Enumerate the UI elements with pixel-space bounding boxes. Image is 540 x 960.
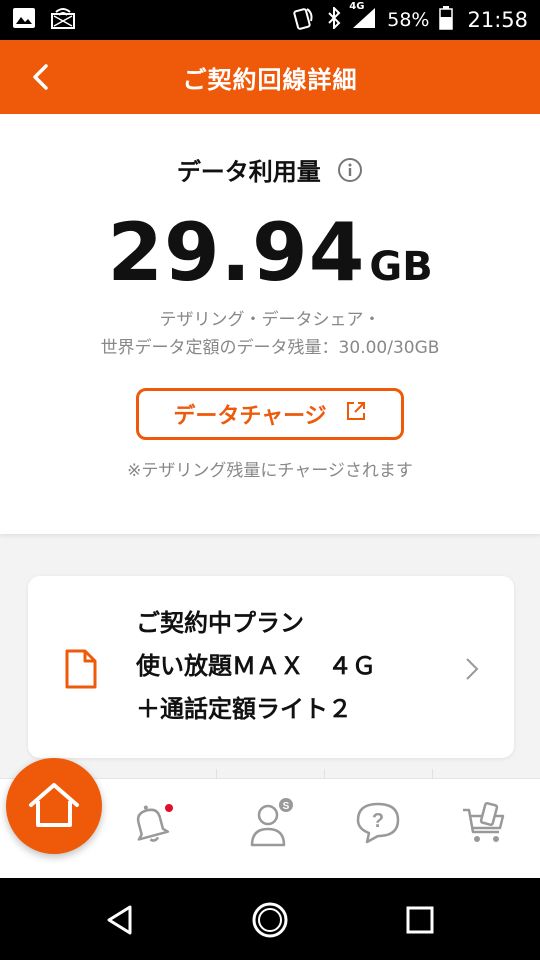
square-recents-icon (406, 906, 434, 934)
nav-divider (216, 769, 217, 779)
nav-divider (324, 769, 325, 779)
signal-icon: 4G (349, 1, 377, 34)
page-title: ご契約回線詳細 (182, 65, 358, 94)
remaining-line-2: 世界データ定額のデータ残量：30.00/30GB (100, 338, 440, 358)
cast-icon (50, 6, 76, 34)
clock: 21:58 (467, 8, 528, 32)
battery-icon (439, 5, 454, 35)
document-icon (64, 648, 98, 694)
account-icon: S (250, 798, 293, 847)
nav-divider (432, 769, 433, 779)
usage-title: データ利用量 (176, 158, 321, 186)
circle-home-icon (252, 902, 288, 938)
back-nav-button[interactable] (100, 900, 140, 940)
usage-amount: 29.94 GB (0, 206, 540, 299)
home-icon (29, 783, 79, 827)
svg-text:?: ? (372, 810, 384, 832)
chevron-left-icon (33, 64, 48, 90)
svg-text:S: S (283, 801, 290, 812)
back-button[interactable] (26, 62, 56, 92)
nfc-icon (291, 5, 317, 36)
plan-option: ＋通話定額ライト２ (136, 695, 352, 723)
charge-note: ※テザリング残量にチャージされます (127, 461, 413, 481)
nav-shop[interactable] (454, 793, 514, 853)
usage-value: 29.94 (107, 206, 366, 299)
system-navigation-bar (0, 878, 540, 960)
nav-account[interactable]: S (240, 793, 300, 853)
info-icon[interactable] (337, 157, 363, 189)
plan-heading: ご契約中プラン (136, 609, 304, 637)
data-usage-card: データ利用量 29.94 GB テザリング・データシェア・ 世界データ定額のデータ… (0, 114, 540, 534)
usage-unit: GB (369, 244, 433, 290)
usage-heading: データ利用量 (0, 152, 540, 189)
bell-icon (136, 804, 173, 842)
plan-card[interactable]: ご契約中プラン 使い放題ＭＡＸ ４Ｇ ＋通話定額ライト２ (28, 576, 514, 758)
home-nav-button[interactable] (250, 900, 290, 940)
shop-icon (463, 801, 505, 842)
plan-text: ご契約中プラン 使い放題ＭＡＸ ４Ｇ ＋通話定額ライト２ (136, 602, 376, 731)
nav-notifications[interactable] (120, 793, 180, 853)
nav-home[interactable] (6, 758, 102, 854)
app-header: ご契約回線詳細 (0, 40, 540, 114)
nav-help[interactable]: ? (348, 793, 408, 853)
bluetooth-icon (327, 5, 341, 34)
chevron-right-icon (464, 656, 480, 686)
recents-nav-button[interactable] (400, 900, 440, 940)
remaining-line-1: テザリング・データシェア・ (159, 310, 381, 330)
status-bar: 4G 58% 21:58 (0, 0, 540, 40)
help-icon: ? (356, 802, 400, 844)
triangle-back-icon (107, 905, 132, 935)
plan-name: 使い放題ＭＡＸ ４Ｇ (136, 652, 376, 680)
battery-percent: 58% (387, 9, 430, 31)
external-link-icon (345, 400, 367, 428)
data-charge-label: データチャージ (173, 404, 327, 429)
remaining-info: テザリング・データシェア・ 世界データ定額のデータ残量：30.00/30GB (0, 306, 540, 362)
image-icon (12, 7, 36, 33)
data-charge-button[interactable]: データチャージ (136, 388, 404, 440)
